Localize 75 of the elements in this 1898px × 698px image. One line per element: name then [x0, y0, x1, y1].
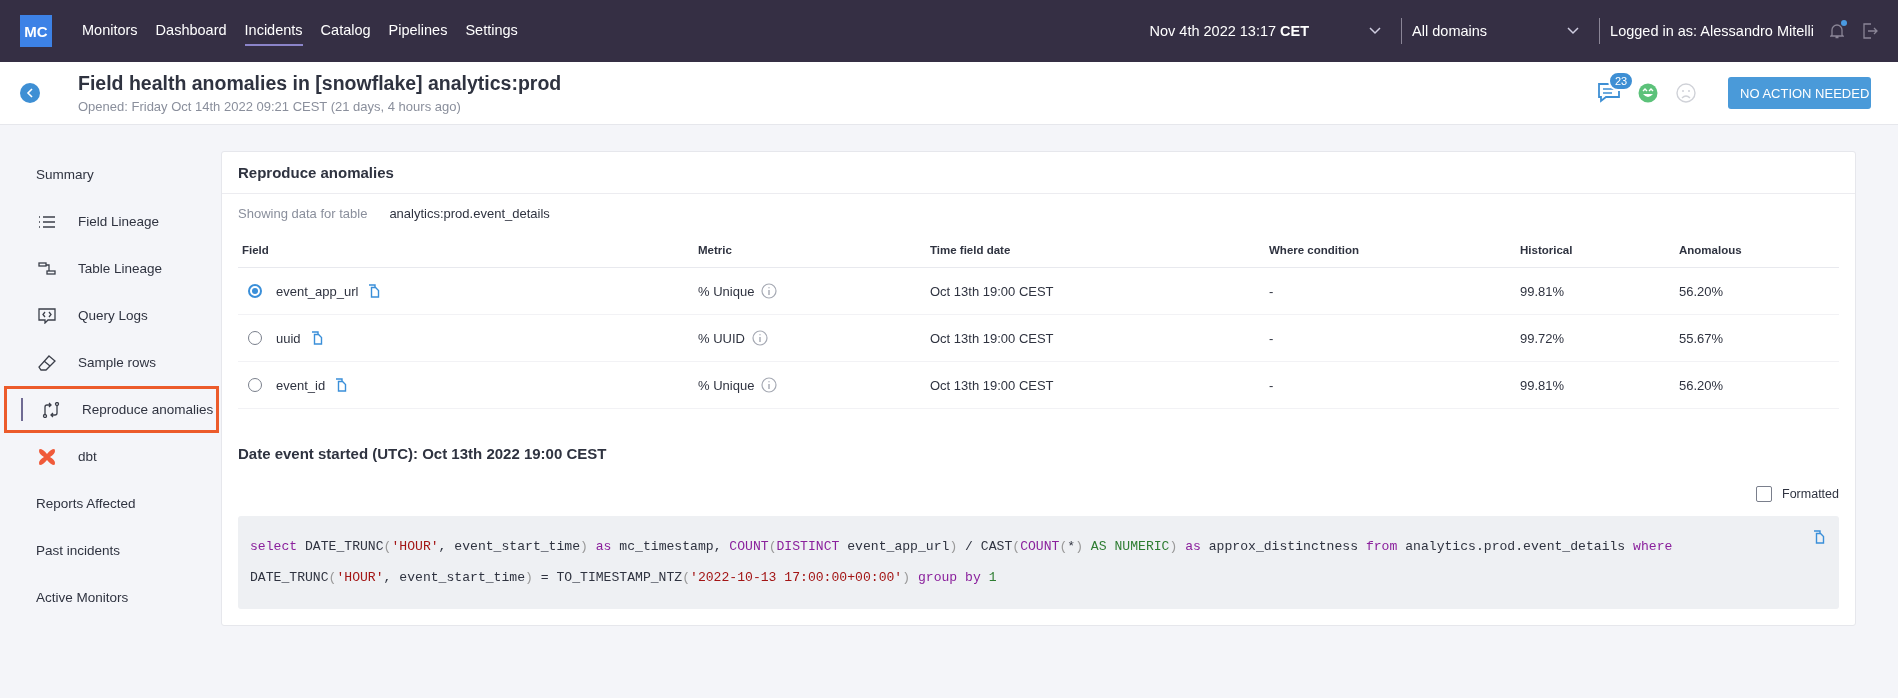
panel-title: Reproduce anomalies: [222, 152, 1855, 194]
radio-button[interactable]: [248, 284, 262, 298]
table-cell: -: [1265, 362, 1516, 409]
sidebar-item[interactable]: Field Lineage: [0, 198, 221, 245]
sidebar-item[interactable]: Past incidents: [0, 527, 221, 574]
field-name: event_id: [276, 377, 326, 393]
list-icon: [38, 214, 56, 229]
column-header: Field: [238, 232, 694, 268]
table-name: analytics:prod.event_details: [389, 205, 550, 221]
sidebar-item[interactable]: Table Lineage: [0, 245, 221, 292]
table-label: Showing data for table: [238, 205, 368, 221]
sidebar-item[interactable]: Query Logs: [0, 292, 221, 339]
notifications-bell-icon[interactable]: [1830, 23, 1844, 39]
table-cell: Oct 13th 19:00 CEST: [926, 315, 1265, 362]
logo[interactable]: MC: [20, 15, 52, 47]
info-icon[interactable]: [751, 330, 768, 346]
field-name: event_app_url: [276, 283, 359, 299]
copy-icon[interactable]: [335, 378, 348, 392]
info-icon[interactable]: [761, 377, 778, 393]
table-cell: 56.20%: [1675, 268, 1839, 315]
copy-icon[interactable]: [310, 331, 323, 345]
column-header: Historical: [1516, 232, 1675, 268]
opened-date: Opened: Friday Oct 14th 2022 09:21 CEST (21 days, 4 hours ago): [78, 99, 462, 114]
formatted-label: Formatted: [1782, 487, 1839, 501]
code-bubble-icon: [38, 307, 56, 324]
nav-tab[interactable]: Settings: [465, 16, 518, 46]
dbt-logo-icon: [38, 447, 56, 466]
table-cell: 99.72%: [1516, 315, 1675, 362]
eraser-icon: [38, 354, 56, 371]
back-button[interactable]: [20, 83, 40, 103]
table-cell: 99.81%: [1516, 362, 1675, 409]
table-cell: -: [1265, 315, 1516, 362]
sidebar-item[interactable]: Sample rows: [0, 339, 221, 386]
metric-name: % UUID: [698, 330, 745, 346]
info-icon[interactable]: [761, 283, 778, 299]
user-label: Logged in as: Alessandro Mitelli: [1610, 23, 1814, 39]
sidebar-item[interactable]: Summary: [0, 151, 221, 198]
page-title: Field health anomalies in [snowflake] analytics:prod: [78, 72, 562, 95]
logout-icon[interactable]: [1862, 23, 1878, 39]
nav-tab[interactable]: Monitors: [82, 16, 138, 46]
column-header: Time field date: [926, 232, 1265, 268]
chevron-left-icon: [26, 88, 34, 98]
field-name: uuid: [276, 330, 301, 346]
table-cell: Oct 13th 19:00 CEST: [926, 362, 1265, 409]
domain-dropdown[interactable]: All domains: [1412, 23, 1488, 39]
table-cell: 99.81%: [1516, 268, 1675, 315]
copy-icon[interactable]: [1813, 530, 1825, 544]
table-cell: Oct 13th 19:00 CEST: [926, 268, 1265, 315]
sidebar-item[interactable]: Reports Affected: [0, 480, 221, 527]
chevron-down-icon: [1369, 27, 1382, 35]
nav-tab[interactable]: Dashboard: [155, 16, 227, 46]
metric-name: % Unique: [698, 283, 755, 299]
comment-count-badge: 23: [1608, 71, 1635, 91]
lineage-icon: [38, 261, 56, 276]
nav-tab[interactable]: Catalog: [320, 16, 371, 46]
happy-face-icon[interactable]: [1638, 83, 1658, 103]
table-cell: 56.20%: [1675, 362, 1839, 409]
nav-tab[interactable]: Pipelines: [388, 16, 448, 46]
sidebar-item[interactable]: Active Monitors: [0, 574, 221, 621]
column-header: Anomalous: [1675, 232, 1839, 268]
date-range-dropdown[interactable]: Nov 4th 2022 13:17 CET: [1149, 23, 1310, 39]
table-cell: 55.67%: [1675, 315, 1839, 362]
date-heading: Date event started (UTC): Oct 13th 2022 19:00 CEST: [238, 445, 608, 462]
sidebar-item[interactable]: dbt: [0, 433, 221, 480]
metric-name: % Unique: [698, 377, 755, 393]
table-cell: -: [1265, 268, 1516, 315]
column-header: Where condition: [1265, 232, 1516, 268]
formatted-checkbox[interactable]: [1756, 486, 1773, 502]
sql-code-block: select DATE_TRUNC('HOUR', event_start_time) as mc_timestamp, COUNT(DISTINCT event_app_url) / CAST(COUNT(*) AS NUMERIC) as approx_distinctness from analytics.prod.event_details where DATE_TRUNC('HOUR', event_start_time) = TO_TIMESTAMP_NTZ('2022-10-13 17:00:00+00:00') group by 1: [238, 516, 1839, 609]
arrows-cycle-icon: [42, 401, 60, 418]
nav-tab[interactable]: Incidents: [244, 16, 303, 46]
column-header: Metric: [694, 232, 926, 268]
chevron-down-icon: [1567, 27, 1580, 35]
copy-icon[interactable]: [368, 284, 381, 298]
sidebar-item[interactable]: Reproduce anomalies: [4, 386, 219, 433]
